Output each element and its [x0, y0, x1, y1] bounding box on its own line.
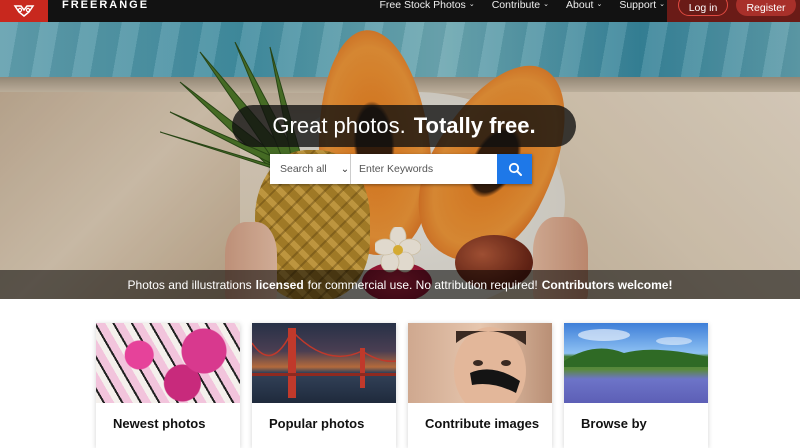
search-button[interactable]	[497, 154, 532, 184]
logo[interactable]	[0, 0, 48, 22]
nav-label: Support	[619, 0, 657, 11]
nav-label: Contribute	[491, 0, 541, 11]
card-title: Popular photos	[269, 416, 365, 431]
card-contribute-images[interactable]: Contribute images	[408, 323, 552, 448]
bridge-cable-graphic	[252, 329, 396, 376]
main-nav: Free Stock Photos ⌄ Contribute ⌄ About ⌄ Su…	[379, 0, 665, 12]
card-browse-by[interactable]: Browse by	[564, 323, 708, 448]
login-button[interactable]: Log in	[678, 0, 728, 16]
caption-licensed: licensed	[255, 277, 304, 292]
chevron-down-icon: ⌄	[596, 1, 603, 8]
search-input[interactable]	[351, 154, 497, 184]
search-scope-value: Search all	[280, 163, 327, 175]
caption-part3: for commercial use. No attribution requi…	[307, 277, 538, 292]
tagline-regular: Great photos.	[272, 113, 406, 138]
nav-contribute[interactable]: Contribute ⌄	[492, 0, 549, 12]
chevron-down-icon: ⌄	[340, 163, 350, 175]
chevron-down-icon: ⌄	[543, 1, 550, 8]
auth-area: Log in Register	[667, 0, 800, 22]
card-image-graffiti	[96, 323, 240, 403]
category-cards: Newest photos Popular photos Contribute …	[96, 323, 708, 448]
card-popular-photos[interactable]: Popular photos	[252, 323, 396, 448]
nav-free-stock-photos[interactable]: Free Stock Photos ⌄	[379, 0, 474, 12]
register-button[interactable]: Register	[736, 0, 796, 16]
caption-contributors: Contributors welcome!	[541, 277, 673, 292]
card-newest-photos[interactable]: Newest photos	[96, 323, 240, 448]
hero-banner: Great photos. Totally free. Search all ⌄…	[0, 22, 800, 299]
hero-tagline: Great photos. Totally free.	[232, 105, 576, 147]
card-image-meadow	[564, 323, 708, 403]
card-image-portrait	[408, 323, 552, 403]
nav-about[interactable]: About ⌄	[566, 0, 602, 12]
chevron-down-icon: ⌄	[659, 1, 665, 8]
tagline-bold: Totally free.	[413, 113, 536, 138]
nav-label: About	[566, 0, 594, 11]
freerange-logo-icon	[13, 5, 35, 17]
brand-name[interactable]: FREERANGE	[62, 0, 149, 11]
caption-part1: Photos and illustrations	[127, 277, 252, 292]
search-icon	[508, 162, 522, 176]
card-title: Browse by	[581, 416, 647, 431]
meadow-graphic	[564, 329, 708, 367]
top-navbar: FREERANGE Free Stock Photos ⌄ Contribute ⌄…	[0, 0, 800, 22]
card-title: Newest photos	[113, 416, 206, 431]
nav-label: Free Stock Photos	[379, 0, 466, 11]
hero-caption: Photos and illustrations licensed for co…	[0, 270, 800, 299]
search-scope-select[interactable]: Search all ⌄	[270, 154, 351, 184]
nav-support[interactable]: Support ⌄	[619, 0, 665, 12]
card-title: Contribute images	[425, 416, 540, 431]
portrait-graphic	[454, 327, 526, 403]
chevron-down-icon: ⌄	[468, 1, 475, 8]
card-image-bridge	[252, 323, 396, 403]
search-bar: Search all ⌄	[270, 154, 532, 184]
